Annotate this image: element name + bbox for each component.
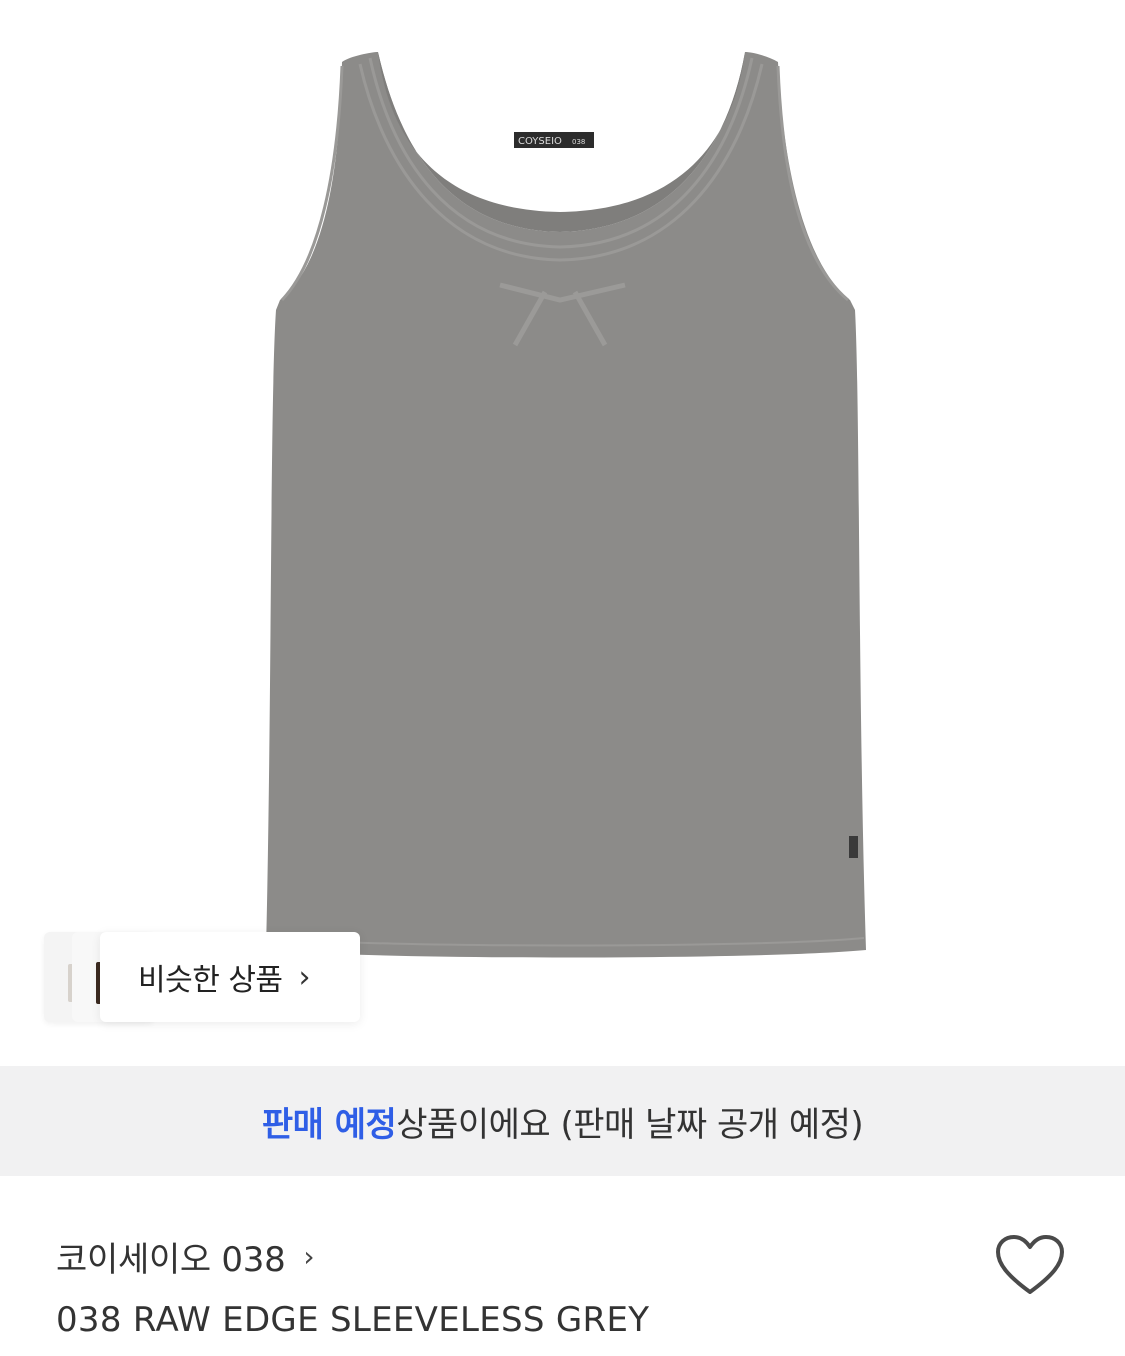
brand-link[interactable]: 코이세이오 038 › (56, 1232, 315, 1281)
chevron-right-icon: › (303, 1240, 315, 1273)
chevron-right-icon: › (298, 959, 311, 995)
heart-icon (996, 1235, 1064, 1294)
sale-notice-highlight: 판매 예정 (261, 1104, 397, 1145)
brand-label-sub: 038 (572, 138, 585, 146)
similar-products-pill[interactable]: 비슷한 상품 › (100, 932, 360, 1022)
sale-notice-banner: 판매 예정 상품이에요 (판매 날짜 공개 예정) (0, 1066, 1125, 1176)
similar-products-label: 비슷한 상품 (138, 963, 283, 998)
product-image[interactable]: COYSEIO 038 (0, 0, 1125, 1066)
brand-label-text: COYSEIO (518, 136, 562, 147)
side-tag-icon (849, 836, 858, 858)
tank-top-image: COYSEIO 038 (266, 52, 866, 958)
sale-notice-text: 상품이에요 (판매 날짜 공개 예정) (396, 1104, 864, 1145)
tank-top-body (266, 52, 866, 958)
brand-name: 코이세이오 038 (56, 1240, 286, 1280)
wishlist-button[interactable] (994, 1234, 1066, 1298)
similar-products-button[interactable]: 비슷한 상품 › (44, 932, 360, 1022)
product-title: 038 RAW EDGE SLEEVELESS GREY (56, 1300, 650, 1340)
